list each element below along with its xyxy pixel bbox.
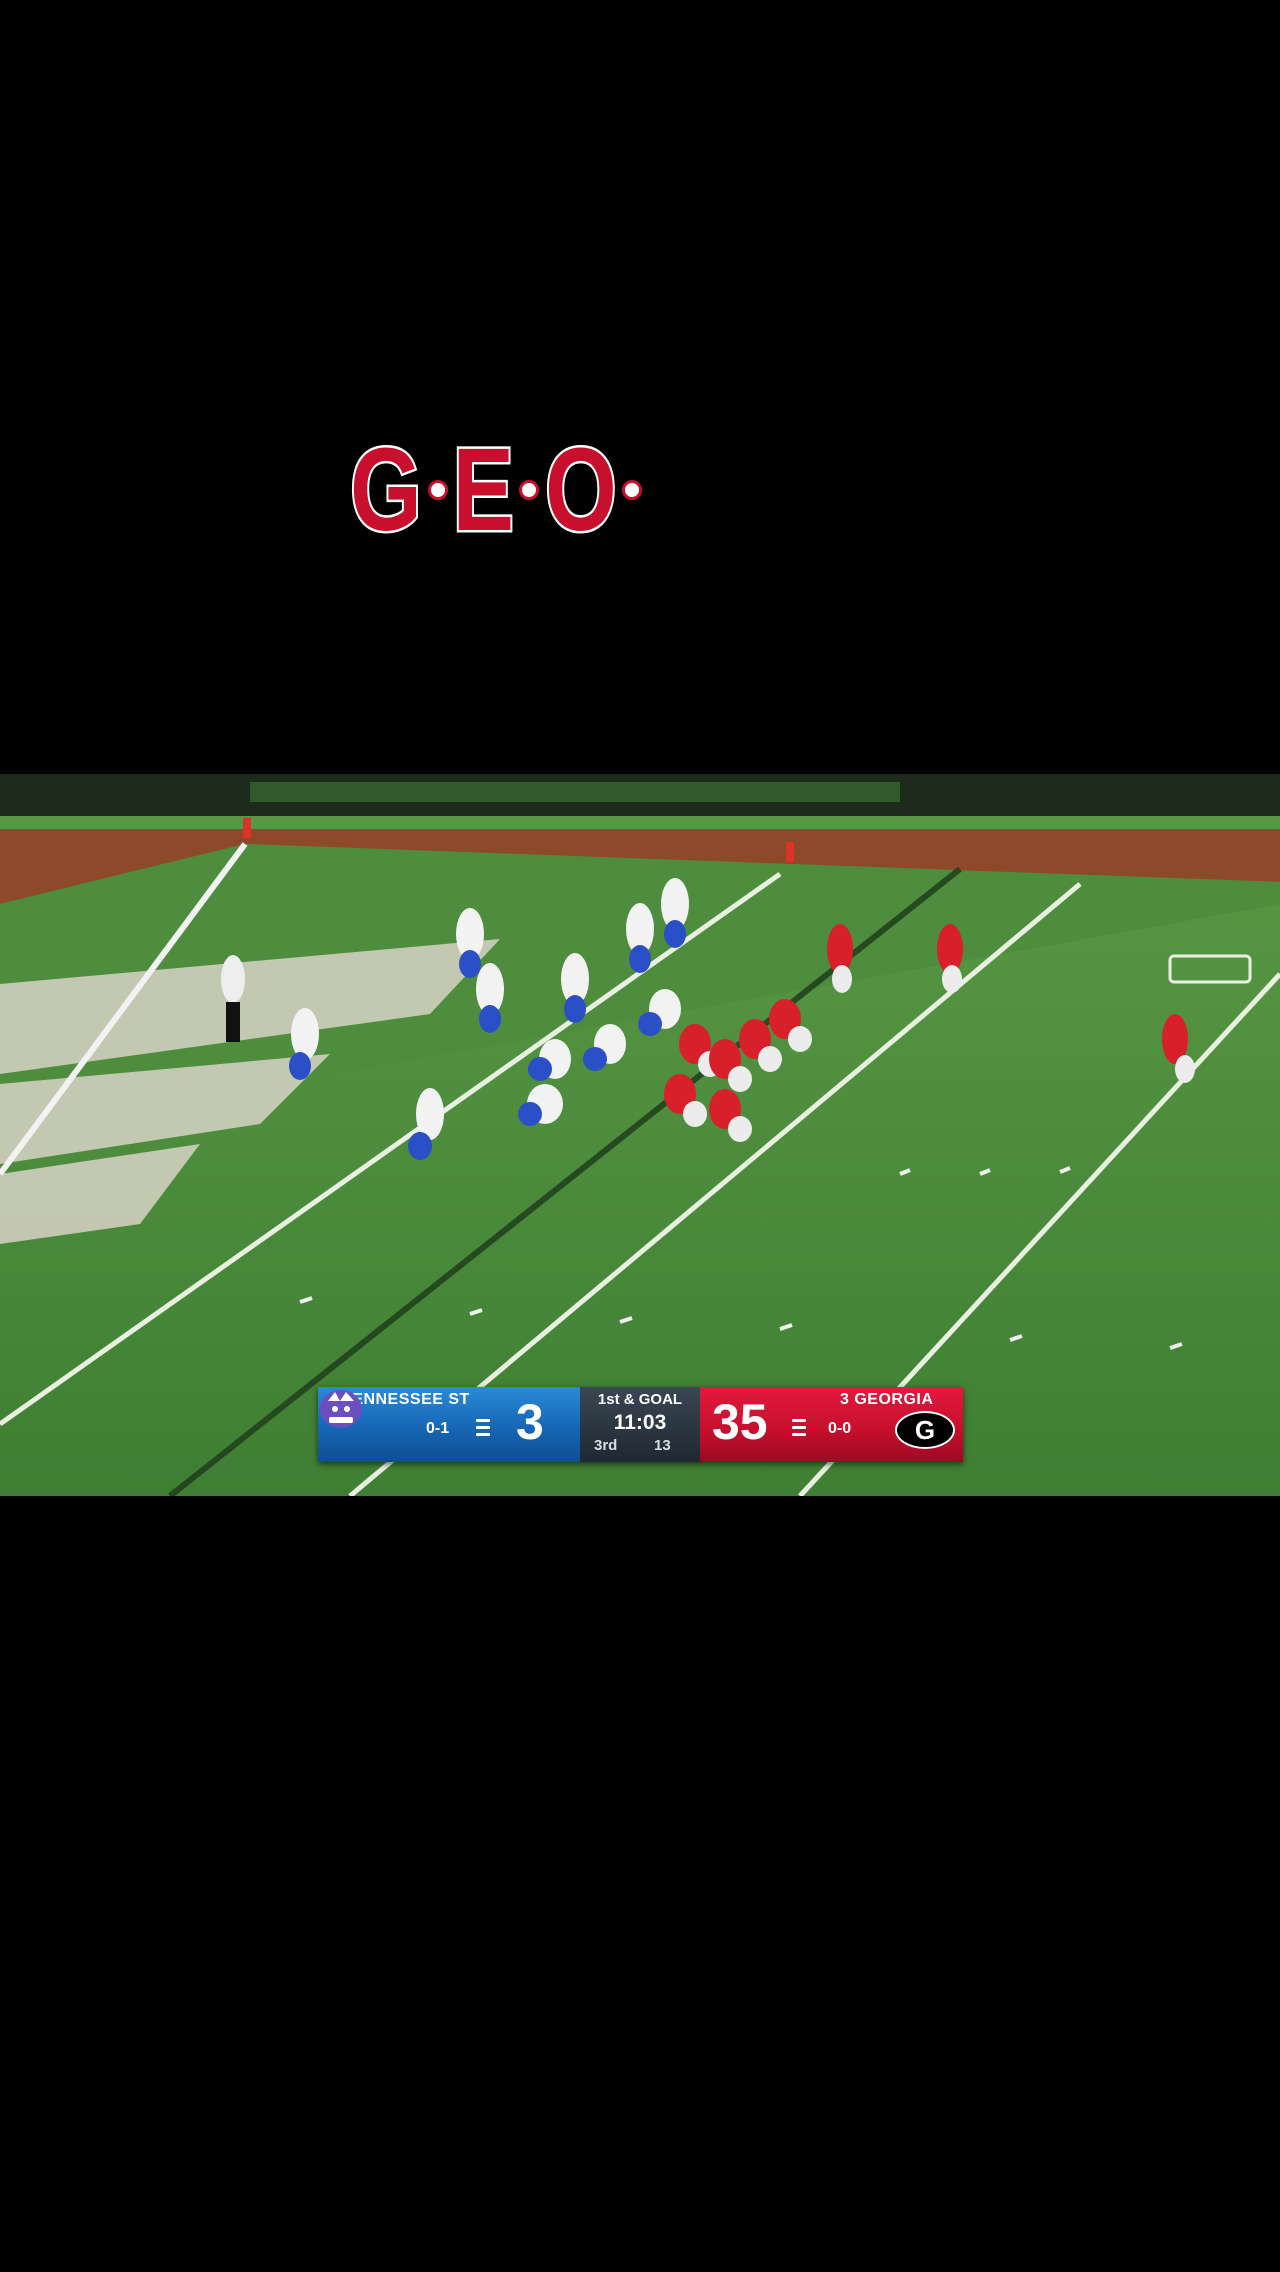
pylon bbox=[786, 842, 794, 862]
georgia-g-logo-icon: G bbox=[895, 1411, 955, 1449]
down-and-distance: 1st & GOAL bbox=[597, 1391, 683, 1408]
home-timeouts-indicator bbox=[792, 1419, 806, 1436]
caption-dot bbox=[427, 480, 448, 500]
scorebug-away-panel: TENNESSEE ST 0-1 3 bbox=[318, 1387, 580, 1462]
video-frame: TENNESSEE ST 0-1 3 1st & GOAL 11:03 3rd … bbox=[0, 774, 1280, 1496]
caption-dot bbox=[622, 480, 643, 500]
caption-geo: G E O bbox=[348, 424, 643, 556]
caption-dot bbox=[518, 480, 539, 500]
crowd-hedge bbox=[250, 782, 900, 802]
home-score: 35 bbox=[712, 1394, 768, 1450]
quarter: 3rd bbox=[594, 1437, 618, 1454]
away-timeouts-indicator bbox=[476, 1419, 490, 1436]
home-logo-letter: G bbox=[914, 1415, 936, 1445]
home-team-name: 3 GEORGIA bbox=[840, 1391, 934, 1408]
game-clock: 11:03 bbox=[613, 1411, 667, 1434]
tigers-logo-icon bbox=[320, 1390, 362, 1428]
scorebug: TENNESSEE ST 0-1 3 1st & GOAL 11:03 3rd … bbox=[318, 1387, 963, 1462]
home-record: 0-0 bbox=[828, 1420, 852, 1437]
scorebug-situation-panel: 1st & GOAL 11:03 3rd 13 bbox=[580, 1387, 700, 1462]
caption-letter: O bbox=[543, 424, 618, 556]
play-clock: 13 bbox=[654, 1437, 671, 1454]
pylon bbox=[243, 818, 251, 838]
scorebug-home-panel: 3 GEORGIA 35 0-0 G bbox=[700, 1387, 963, 1462]
caption-letter: G bbox=[348, 424, 423, 556]
caption-letter: E bbox=[451, 424, 516, 556]
away-score: 3 bbox=[516, 1394, 544, 1450]
away-record: 0-1 bbox=[426, 1420, 450, 1437]
